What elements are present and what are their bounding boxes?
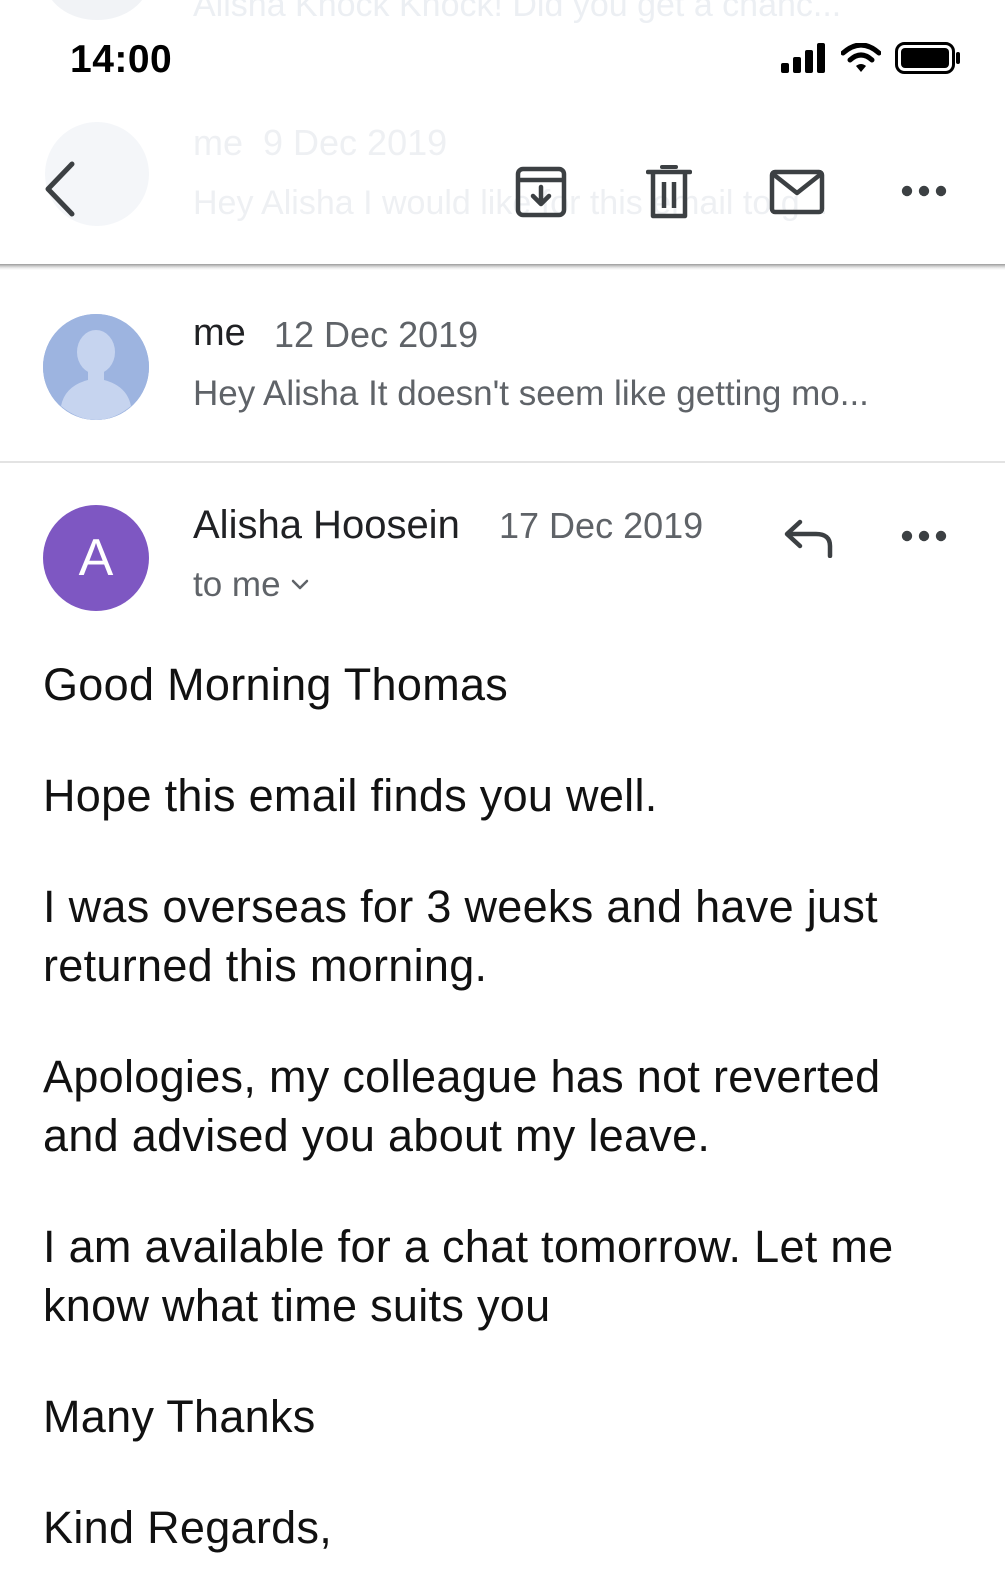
archive-icon [515, 166, 567, 218]
archive-button[interactable] [508, 162, 574, 222]
cellular-signal-icon [781, 43, 825, 73]
back-icon [45, 161, 75, 217]
sender-name[interactable]: Alisha Hoosein [193, 503, 460, 548]
body-paragraph: Hope this email finds you well. [43, 770, 658, 821]
reply-icon [784, 519, 833, 558]
reply-button[interactable] [780, 515, 836, 561]
body-paragraph: Kind Regards, [43, 1502, 333, 1553]
body-paragraph: Apologies, my colleague has not reverted… [43, 1051, 881, 1161]
message-body: Good Morning Thomas Hope this email find… [43, 655, 963, 1577]
collapsed-snippet: Hey Alisha It doesn't seem like getting … [193, 374, 869, 413]
avatar [43, 314, 149, 420]
mark-unread-icon [769, 169, 825, 215]
body-paragraph: I was overseas for 3 weeks and have just… [43, 881, 878, 991]
delete-button[interactable] [638, 162, 700, 222]
recipient-label: to me [193, 565, 281, 604]
wifi-icon [841, 43, 881, 72]
message-date: 17 Dec 2019 [499, 505, 704, 546]
status-bar: 14:00 [0, 0, 1005, 110]
message-toolbar [0, 110, 1005, 266]
collapsed-date: 12 Dec 2019 [274, 314, 479, 355]
body-paragraph: Many Thanks [43, 1391, 316, 1442]
sender-avatar[interactable]: A [43, 505, 149, 611]
recipient-toggle[interactable]: to me [193, 565, 309, 605]
back-button[interactable] [32, 154, 88, 224]
status-time: 14:00 [70, 38, 173, 81]
person-icon [43, 314, 149, 420]
chevron-down-icon [291, 579, 308, 590]
more-options-button[interactable] [896, 176, 952, 206]
collapsed-sender: me [193, 312, 246, 354]
message-more-button[interactable] [898, 523, 950, 549]
toolbar-shadow [0, 264, 1005, 270]
battery-icon [895, 42, 960, 74]
mark-unread-button[interactable] [764, 162, 830, 222]
collapsed-message[interactable]: me 12 Dec 2019 Hey Alisha It doesn't see… [0, 272, 1005, 460]
delete-icon [646, 165, 692, 219]
message-header: A Alisha Hoosein 17 Dec 2019 to me [0, 463, 1005, 633]
body-paragraph: I am available for a chat tomorrow. Let … [43, 1221, 894, 1331]
more-icon [901, 185, 947, 197]
more-icon [901, 530, 947, 542]
body-paragraph: Good Morning Thomas [43, 659, 509, 710]
status-icons [781, 42, 961, 74]
